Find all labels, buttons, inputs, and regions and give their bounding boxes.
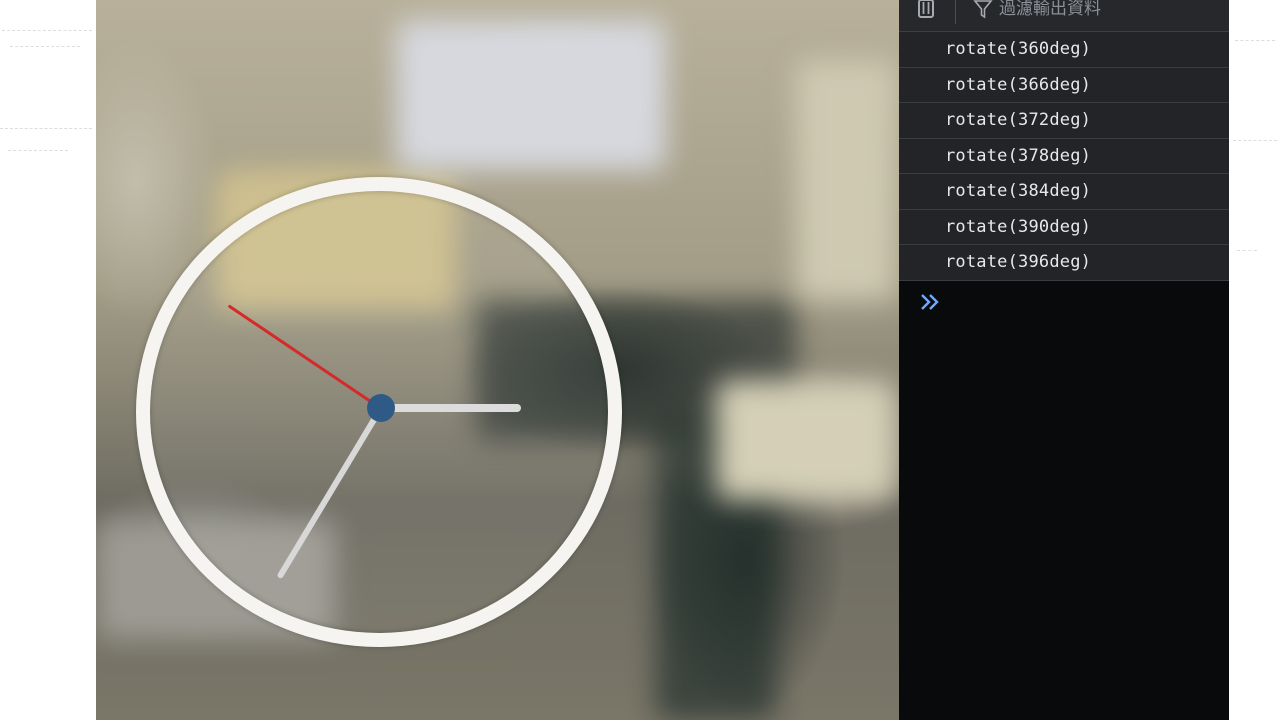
- console-prompt: [899, 281, 1229, 321]
- chevron-double-right-icon: [921, 293, 939, 310]
- console-log-entry: rotate(378deg): [899, 138, 1229, 174]
- left-margin: [0, 0, 96, 720]
- console-log-entry: rotate(390deg): [899, 209, 1229, 245]
- clock-center-hub: [367, 394, 395, 422]
- console-log-entry: rotate(396deg): [899, 245, 1229, 281]
- right-margin: [1229, 0, 1280, 720]
- bg-blob: [716, 380, 896, 500]
- filter-icon: [973, 0, 993, 19]
- console-log-entry: rotate(372deg): [899, 103, 1229, 139]
- noise-line: [1237, 250, 1257, 251]
- console-log-list: rotate(360deg) rotate(366deg) rotate(372…: [899, 32, 1229, 281]
- toolbar-divider: [955, 0, 956, 24]
- filter-input[interactable]: [999, 0, 1219, 22]
- bg-blob: [396, 20, 666, 170]
- console-log-entry: rotate(384deg): [899, 174, 1229, 210]
- console-log-entry: rotate(366deg): [899, 67, 1229, 103]
- console-log-entry: rotate(360deg): [899, 32, 1229, 68]
- clock-hour-hand: [381, 404, 521, 412]
- trash-icon[interactable]: [916, 0, 936, 18]
- noise-line: [1233, 140, 1277, 141]
- noise-line: [1235, 40, 1275, 41]
- noise-line: [8, 150, 68, 151]
- devtools-console: rotate(360deg) rotate(366deg) rotate(372…: [899, 0, 1229, 720]
- console-toolbar: [899, 0, 1229, 32]
- noise-line: [0, 128, 92, 129]
- noise-line: [2, 30, 92, 31]
- bg-blob: [796, 60, 896, 300]
- console-command-input[interactable]: [951, 288, 1215, 315]
- noise-line: [10, 46, 80, 47]
